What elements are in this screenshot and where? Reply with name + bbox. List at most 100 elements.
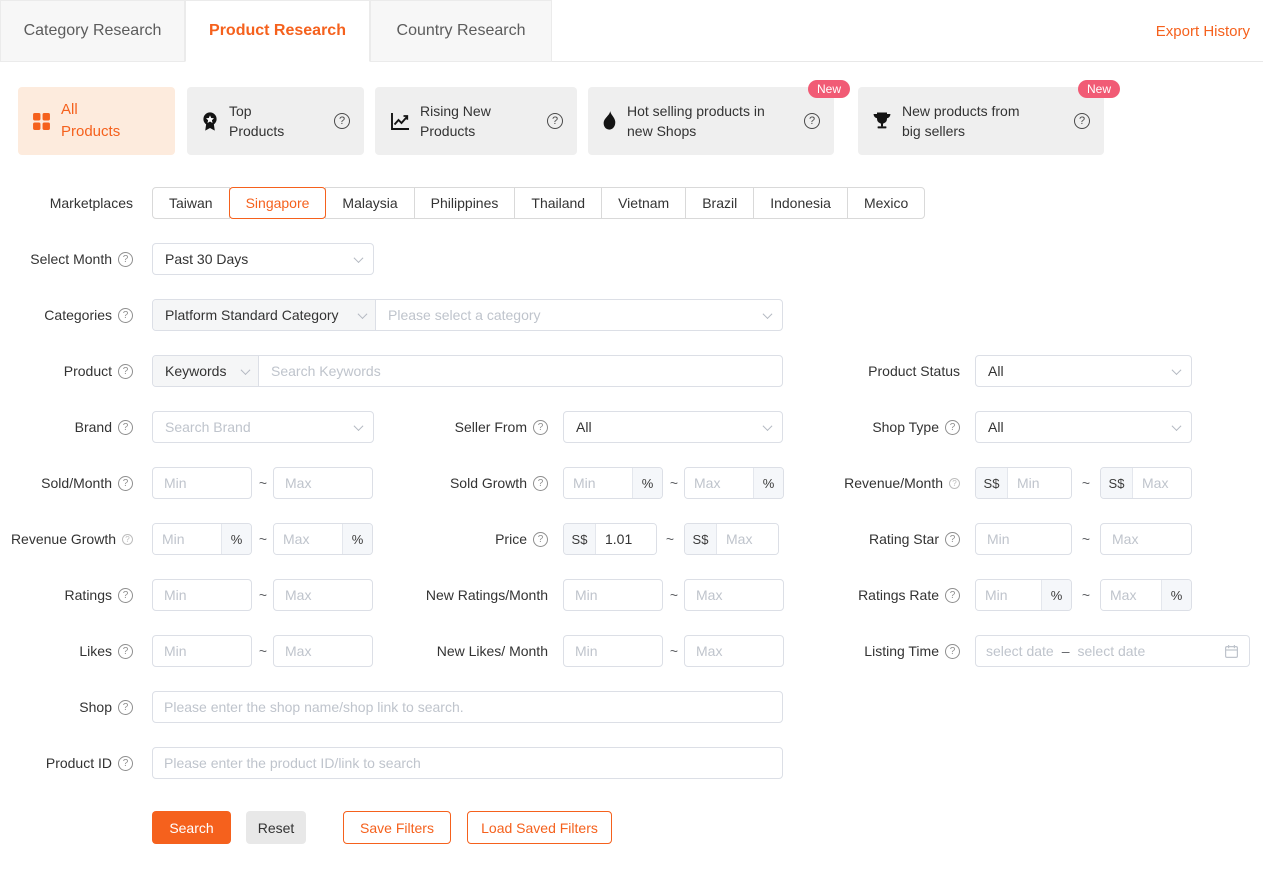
- ratings-label: Ratings: [64, 587, 112, 603]
- range-separator: ~: [665, 531, 675, 547]
- new-ratings-month-label: New Ratings/Month: [425, 587, 548, 603]
- listing-time-daterange[interactable]: select date – select date: [975, 635, 1250, 667]
- product-id-input[interactable]: [152, 747, 783, 779]
- range-separator: ~: [258, 643, 268, 659]
- tab-category-research[interactable]: Category Research: [0, 0, 185, 62]
- help-icon[interactable]: [945, 531, 960, 547]
- percent-unit: %: [753, 468, 783, 498]
- sold-month-max-input[interactable]: [273, 467, 373, 499]
- product-keywords-input[interactable]: [271, 356, 770, 386]
- product-label: Product: [63, 363, 112, 379]
- sold-month-min-input[interactable]: [152, 467, 252, 499]
- seller-from-dropdown[interactable]: All: [563, 411, 783, 443]
- help-icon[interactable]: [1074, 113, 1090, 129]
- card-rising-new-products[interactable]: Rising New Products: [375, 87, 577, 155]
- help-icon[interactable]: [547, 113, 563, 129]
- help-icon[interactable]: [118, 363, 133, 379]
- rating-star-min-input[interactable]: [975, 523, 1072, 555]
- ratings-rate-max-input[interactable]: [1101, 580, 1161, 610]
- row-sold: Sold/Month ~ Sold Growth % ~ % Revenue/M…: [0, 467, 1263, 499]
- product-id-label: Product ID: [45, 755, 112, 771]
- card-label: Hot selling products in new Shops: [627, 102, 765, 139]
- help-icon[interactable]: [122, 533, 133, 545]
- range-separator: ~: [669, 475, 679, 491]
- ratings-max-input[interactable]: [273, 579, 373, 611]
- card-hot-selling-new-shops[interactable]: New Hot selling products in new Shops: [588, 80, 850, 155]
- card-label: New products from big sellers: [902, 102, 1020, 139]
- help-icon[interactable]: [533, 419, 548, 435]
- revenue-growth-max-input[interactable]: [274, 524, 342, 554]
- shop-type-dropdown[interactable]: All: [975, 411, 1192, 443]
- select-month-dropdown[interactable]: Past 30 Days: [152, 243, 374, 275]
- help-icon[interactable]: [118, 251, 133, 267]
- card-all-products[interactable]: All Products: [18, 87, 175, 155]
- marketplace-malaysia[interactable]: Malaysia: [325, 187, 415, 219]
- marketplace-mexico[interactable]: Mexico: [846, 187, 926, 219]
- help-icon[interactable]: [804, 113, 820, 129]
- new-likes-max-input[interactable]: [684, 635, 784, 667]
- range-separator: ~: [258, 475, 268, 491]
- price-min-input[interactable]: [596, 524, 656, 554]
- revenue-month-min-input[interactable]: [1008, 468, 1071, 498]
- marketplace-vietnam[interactable]: Vietnam: [601, 187, 687, 219]
- marketplace-singapore[interactable]: Singapore: [228, 187, 327, 219]
- sold-growth-min-input[interactable]: [564, 468, 632, 498]
- brand-dropdown[interactable]: Search Brand: [152, 411, 374, 443]
- chevron-down-icon: [353, 253, 364, 264]
- likes-min-input[interactable]: [152, 635, 252, 667]
- tab-country-research[interactable]: Country Research: [370, 0, 552, 62]
- help-icon[interactable]: [533, 475, 548, 491]
- product-search-type-dropdown[interactable]: Keywords: [153, 356, 259, 386]
- currency-unit: S$: [564, 524, 596, 554]
- tab-product-research[interactable]: Product Research: [185, 0, 370, 62]
- marketplace-philippines[interactable]: Philippines: [413, 187, 516, 219]
- help-icon[interactable]: [949, 477, 960, 489]
- sold-growth-max-input[interactable]: [685, 468, 753, 498]
- help-icon[interactable]: [118, 475, 133, 491]
- start-date-placeholder: select date: [986, 643, 1054, 659]
- help-icon[interactable]: [118, 699, 133, 715]
- card-new-products-big-sellers[interactable]: New New products from big sellers: [858, 80, 1120, 155]
- marketplace-taiwan[interactable]: Taiwan: [152, 187, 230, 219]
- revenue-growth-min-input[interactable]: [153, 524, 221, 554]
- ratings-rate-label: Ratings Rate: [858, 587, 939, 603]
- range-separator: ~: [669, 643, 679, 659]
- ratings-min-input[interactable]: [152, 579, 252, 611]
- new-ratings-min-input[interactable]: [563, 579, 663, 611]
- help-icon[interactable]: [118, 755, 133, 771]
- likes-max-input[interactable]: [273, 635, 373, 667]
- shop-search-input[interactable]: [152, 691, 783, 723]
- new-ratings-max-input[interactable]: [684, 579, 784, 611]
- category-select-dropdown[interactable]: Please select a category: [376, 300, 782, 330]
- category-type-dropdown[interactable]: Platform Standard Category: [153, 300, 376, 330]
- chevron-down-icon: [353, 421, 364, 432]
- marketplace-indonesia[interactable]: Indonesia: [753, 187, 848, 219]
- help-icon[interactable]: [945, 419, 960, 435]
- save-filters-button[interactable]: Save Filters: [343, 811, 451, 844]
- revenue-month-max-input[interactable]: [1133, 468, 1191, 498]
- tab-label: Country Research: [396, 22, 526, 39]
- help-icon[interactable]: [334, 113, 350, 129]
- marketplace-thailand[interactable]: Thailand: [514, 187, 603, 219]
- revenue-month-label: Revenue/Month: [844, 475, 943, 491]
- row-shop: Shop: [0, 691, 1263, 723]
- help-icon[interactable]: [118, 587, 133, 603]
- ratings-rate-min-input[interactable]: [976, 580, 1041, 610]
- marketplace-brazil[interactable]: Brazil: [685, 187, 755, 219]
- help-icon[interactable]: [118, 419, 133, 435]
- help-icon[interactable]: [118, 307, 133, 323]
- price-max-input[interactable]: [717, 524, 778, 554]
- reset-button[interactable]: Reset: [246, 811, 306, 844]
- product-status-dropdown[interactable]: All: [975, 355, 1192, 387]
- card-top-products[interactable]: Top Products: [187, 87, 364, 155]
- new-likes-min-input[interactable]: [563, 635, 663, 667]
- help-icon[interactable]: [118, 643, 133, 659]
- help-icon[interactable]: [945, 643, 960, 659]
- help-icon[interactable]: [945, 587, 960, 603]
- search-button[interactable]: Search: [152, 811, 231, 844]
- load-saved-filters-button[interactable]: Load Saved Filters: [467, 811, 612, 844]
- help-icon[interactable]: [533, 531, 548, 547]
- new-badge: New: [807, 80, 850, 98]
- export-history-link[interactable]: Export History: [1156, 0, 1250, 62]
- rating-star-max-input[interactable]: [1100, 523, 1192, 555]
